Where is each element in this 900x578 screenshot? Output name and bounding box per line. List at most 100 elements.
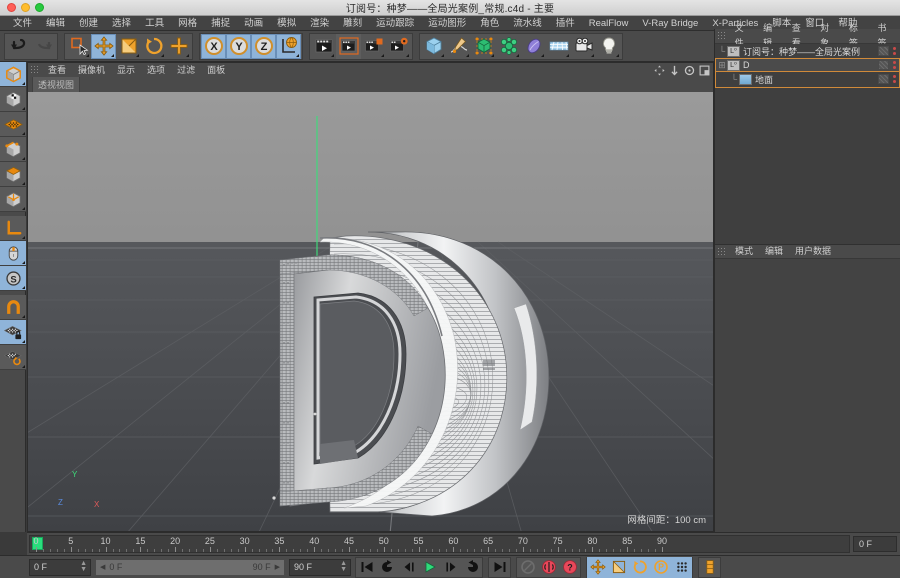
menu-item-3[interactable]: 选择 (105, 16, 138, 31)
texture-mode-button[interactable] (0, 87, 26, 112)
world-object-axis-button[interactable] (166, 34, 191, 59)
go-to-end-button[interactable] (489, 557, 510, 578)
viewport-menu-item-5[interactable]: 面板 (201, 63, 231, 77)
play-button[interactable] (419, 557, 440, 578)
menu-item-6[interactable]: 捕捉 (204, 16, 237, 31)
viewport-menu-item-3[interactable]: 选项 (141, 63, 171, 77)
viewport-menu-item-1[interactable]: 摄像机 (72, 63, 111, 77)
menu-item-10[interactable]: 雕刻 (336, 16, 369, 31)
viewport-menu-item-4[interactable]: 过滤 (171, 63, 201, 77)
rotation-key-button[interactable] (629, 556, 650, 578)
attribute-menu-item-2[interactable]: 用户数据 (789, 244, 837, 259)
timeline-ruler[interactable]: 0 5 10 15 20 25 30 35 40 45 50 55 60 65 70 75 80 85 90 (29, 535, 850, 553)
polygons-mode-button[interactable] (0, 162, 26, 187)
visibility-dots[interactable] (893, 47, 896, 55)
object-tag-icon[interactable] (878, 46, 889, 56)
next-keyframe-button[interactable] (461, 557, 482, 578)
spinner-icon[interactable]: ▲ ▼ (80, 560, 87, 573)
move-tool-button[interactable] (91, 33, 116, 59)
menu-item-1[interactable]: 编辑 (39, 16, 72, 31)
viewport-solo-button[interactable] (0, 241, 26, 266)
model-mode-button[interactable] (0, 62, 26, 87)
previous-keyframe-button[interactable] (377, 557, 398, 578)
menu-item-15[interactable]: 插件 (549, 16, 582, 31)
menu-item-5[interactable]: 网格 (171, 16, 204, 31)
viewport-zoom-icon[interactable] (669, 65, 680, 76)
edges-mode-button[interactable] (0, 137, 26, 162)
add-floor-button[interactable] (546, 34, 571, 59)
add-spline-button[interactable] (446, 34, 471, 59)
menu-item-11[interactable]: 运动跟踪 (369, 16, 421, 31)
menu-item-13[interactable]: 角色 (473, 16, 506, 31)
undo-button[interactable] (6, 34, 31, 59)
world-coordinate-button[interactable] (276, 33, 301, 59)
menu-item-12[interactable]: 运动图形 (421, 16, 473, 31)
menu-item-8[interactable]: 模拟 (270, 16, 303, 31)
viewport-view-label[interactable]: 透视视图 (32, 76, 81, 93)
workplane-rotate-button[interactable] (0, 345, 26, 370)
viewport-maximize-icon[interactable] (699, 65, 710, 76)
point-level-animation-button[interactable] (671, 556, 692, 578)
viewport-pan-icon[interactable] (654, 64, 665, 76)
timeline-current-frame-field[interactable]: 0 F (853, 536, 897, 552)
object-tag-icon[interactable] (878, 74, 889, 84)
visibility-dots[interactable] (893, 75, 896, 83)
soft-selection-button[interactable]: S (0, 266, 26, 291)
record-active-objects-button[interactable] (517, 557, 538, 578)
rotate-tool-button[interactable] (141, 34, 166, 59)
visibility-dots[interactable] (893, 61, 896, 69)
step-back-button[interactable] (398, 557, 419, 578)
attribute-menu-item-0[interactable]: 模式 (729, 244, 759, 259)
add-light-button[interactable] (596, 34, 621, 59)
y-axis-lock-button[interactable]: Y (226, 33, 251, 59)
keyframe-selection-button[interactable]: ? (559, 557, 580, 578)
points-mode-button[interactable] (0, 112, 26, 137)
menu-item-16[interactable]: RealFlow (582, 16, 636, 31)
object-tag-icon[interactable] (878, 60, 889, 70)
redo-button[interactable] (31, 34, 56, 59)
viewport-canvas[interactable]: Y X Z 网格间距：100 cm (28, 92, 713, 531)
viewport-menu-item-2[interactable]: 显示 (111, 63, 141, 77)
menu-item-4[interactable]: 工具 (138, 16, 171, 31)
attribute-manager-grip-icon[interactable] (717, 246, 726, 257)
object-row-0[interactable]: └ L⁰ 订阅号：种梦——全局光案例 (715, 44, 900, 58)
expand-toggle-icon[interactable]: ⊞ (717, 60, 727, 71)
z-axis-lock-button[interactable]: Z (251, 33, 276, 59)
menu-item-14[interactable]: 流水线 (506, 16, 549, 31)
autokeying-button[interactable] (538, 557, 559, 578)
panel-grip-icon[interactable] (30, 65, 39, 75)
add-deformer-button[interactable] (496, 34, 521, 59)
menu-item-17[interactable]: V-Ray Bridge (635, 16, 705, 31)
attribute-menu-item-1[interactable]: 编辑 (759, 244, 789, 259)
step-forward-button[interactable] (440, 557, 461, 578)
add-scene-object-button[interactable] (521, 34, 546, 59)
object-manager-grip-icon[interactable] (717, 31, 726, 41)
preview-end-field[interactable]: 90 F ▲ ▼ (289, 558, 351, 576)
snap-toggle-button[interactable] (0, 295, 26, 320)
scale-tool-button[interactable] (116, 34, 141, 59)
render-to-picture-viewer-button[interactable] (361, 34, 386, 59)
lock-workplane-button[interactable] (0, 320, 26, 345)
menu-item-7[interactable]: 动画 (237, 16, 270, 31)
render-region-button[interactable] (336, 33, 361, 59)
render-settings-button[interactable] (386, 34, 411, 59)
parameter-key-button[interactable]: P (650, 556, 671, 578)
enable-axis-button[interactable] (0, 216, 26, 241)
viewport-menu-item-0[interactable]: 查看 (42, 63, 72, 77)
layer-manager-button[interactable] (699, 557, 720, 578)
x-axis-lock-button[interactable]: X (201, 33, 226, 59)
render-view-button[interactable] (311, 34, 336, 59)
menu-item-9[interactable]: 渲染 (303, 16, 336, 31)
position-key-button[interactable] (587, 556, 608, 578)
live-selection-button[interactable] (66, 34, 91, 59)
add-camera-button[interactable] (571, 34, 596, 59)
range-right-arrow-icon[interactable]: ▶ (275, 563, 280, 571)
object-row-1[interactable]: ⊞ L⁰ D (715, 58, 900, 72)
object-axis-mode-button[interactable] (0, 187, 26, 212)
menu-item-0[interactable]: 文件 (6, 16, 39, 31)
preview-range-slider[interactable]: ◀ 0 F 90 F ▶ (95, 558, 285, 576)
object-manager-list[interactable]: └ L⁰ 订阅号：种梦——全局光案例 ⊞ L⁰ D └ 地面 (715, 44, 900, 244)
current-frame-field[interactable]: 0 F ▲ ▼ (29, 558, 91, 576)
menu-item-2[interactable]: 创建 (72, 16, 105, 31)
add-generator-button[interactable] (471, 34, 496, 59)
